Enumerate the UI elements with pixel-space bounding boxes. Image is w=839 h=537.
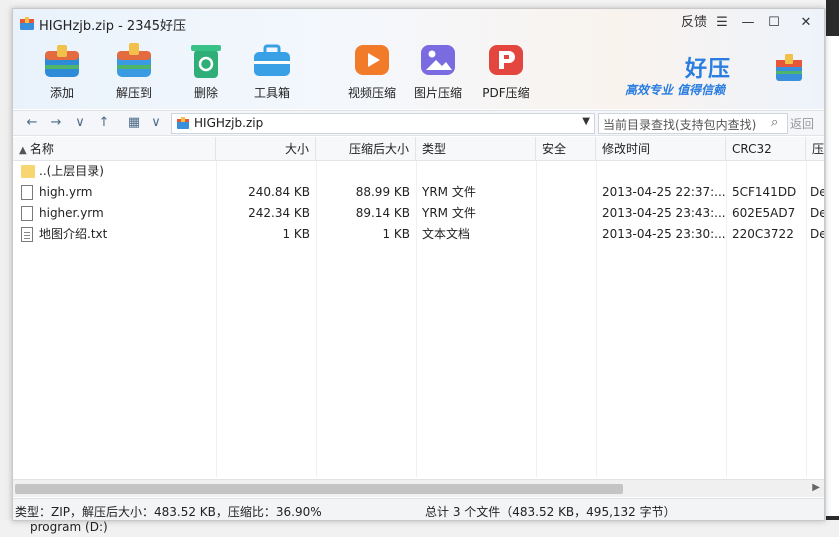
add-archive-icon (41, 39, 83, 81)
file-icon (21, 206, 33, 221)
delete-label: 删除 (193, 86, 218, 100)
extract-to-button[interactable]: 解压到 (101, 39, 167, 103)
row-crc32: 602E5AD7 (732, 206, 796, 220)
desktop-background-bottom (0, 520, 839, 537)
extract-to-label: 解压到 (115, 86, 152, 100)
history-dropdown-icon[interactable]: ∨ (71, 114, 89, 132)
scroll-right-icon[interactable]: ▶ (812, 482, 820, 493)
pdf-compress-label: PDF压缩 (482, 86, 530, 100)
column-crc32[interactable]: CRC32 (726, 137, 806, 161)
row-crc32: 220C3722 (732, 227, 794, 241)
toolbox-icon (251, 39, 293, 81)
row-method: De (810, 227, 824, 241)
row-crc32: 5CF141DD (732, 185, 797, 199)
close-icon[interactable]: ✕ (795, 13, 817, 33)
toolbox-button[interactable]: 工具箱 (239, 39, 305, 103)
path-field[interactable]: HIGHzjb.zip ▼ (171, 113, 595, 134)
address-bar: ← → ∨ ↑ ▦ ∨ HIGHzjb.zip ▼ 当前目录查找(支持包内查找)… (13, 110, 824, 136)
column-modified[interactable]: 修改时间 (596, 137, 726, 161)
zip-archive-icon (177, 117, 189, 129)
desktop-drive-label[interactable]: program (D:) (30, 520, 108, 534)
add-button[interactable]: 添加 (29, 39, 95, 103)
minimize-icon[interactable]: — (737, 13, 759, 33)
row-type: YRM 文件 (422, 185, 476, 199)
file-total: 总计 3 个文件（483.52 KB，495,132 字节） (425, 505, 676, 519)
window-title: HIGHzjb.zip - 2345好压 (39, 19, 187, 34)
column-type[interactable]: 类型 (416, 137, 536, 161)
desktop-background-left (0, 0, 12, 537)
horizontal-scrollbar[interactable]: ▶ (13, 479, 824, 497)
column-name[interactable]: ▲ 名称 (13, 137, 216, 161)
column-method[interactable]: 压 (806, 137, 824, 161)
table-row[interactable]: 地图介绍.txt 1 KB 1 KB 文本文档 2013-04-25 23:30… (13, 224, 824, 245)
add-label: 添加 (49, 86, 74, 100)
row-size: 1 KB (282, 227, 310, 241)
row-size: 240.84 KB (248, 185, 310, 199)
row-modified: 2013-04-25 23:30:... (602, 227, 726, 241)
row-name: higher.yrm (39, 206, 104, 220)
sort-ascending-icon: ▲ (19, 145, 30, 156)
forward-arrow-icon[interactable]: → (47, 114, 65, 132)
pdf-compress-icon (485, 39, 527, 81)
row-size: 242.34 KB (248, 206, 310, 220)
archive-window: HIGHzjb.zip - 2345好压 反馈 ☰ — ☐ ✕ 添加 解压到 删… (12, 8, 825, 521)
text-file-icon (21, 227, 33, 242)
brand-name: 好压 (685, 57, 732, 82)
row-packed-size: 1 KB (382, 227, 410, 241)
view-mode-icon[interactable]: ▦ (125, 114, 143, 132)
header-toolbar: HIGHzjb.zip - 2345好压 反馈 ☰ — ☐ ✕ 添加 解压到 删… (13, 9, 824, 109)
return-button[interactable]: 返回 (790, 115, 814, 132)
video-compress-button[interactable]: 视频压缩 (339, 39, 405, 103)
table-row[interactable]: higher.yrm 242.34 KB 89.14 KB YRM 文件 201… (13, 203, 824, 224)
up-folder-icon[interactable]: ↑ (95, 114, 113, 132)
toolbox-label: 工具箱 (253, 86, 290, 100)
row-modified: 2013-04-25 23:43:... (602, 206, 726, 220)
row-name: high.yrm (39, 185, 93, 199)
archive-info: 类型：ZIP，解压后大小：483.52 KB，压缩比：36.90% (15, 505, 322, 519)
extract-to-icon (113, 39, 155, 81)
search-input[interactable]: 当前目录查找(支持包内查找) ⌕ (598, 113, 788, 134)
image-compress-icon (417, 39, 459, 81)
table-row[interactable]: high.yrm 240.84 KB 88.99 KB YRM 文件 2013-… (13, 182, 824, 203)
column-name-label: 名称 (29, 142, 54, 156)
column-packed-size[interactable]: 压缩后大小 (316, 137, 416, 161)
status-bar: 类型：ZIP，解压后大小：483.52 KB，压缩比：36.90% 总计 3 个… (13, 498, 824, 520)
column-security[interactable]: 安全 (536, 137, 596, 161)
brand-banner: 好压 高效专业 值得信赖 (625, 49, 815, 105)
app-logo-icon (20, 17, 34, 30)
row-packed-size: 89.14 KB (355, 206, 410, 220)
maximize-icon[interactable]: ☐ (763, 13, 785, 33)
back-arrow-icon[interactable]: ← (23, 114, 41, 132)
row-method: De (810, 185, 824, 199)
row-packed-size: 88.99 KB (355, 185, 410, 199)
search-placeholder: 当前目录查找(支持包内查找) (603, 118, 757, 132)
row-method: De (810, 206, 824, 220)
pdf-compress-button[interactable]: PDF压缩 (473, 39, 539, 103)
image-compress-label: 图片压缩 (413, 86, 462, 100)
row-type: 文本文档 (422, 227, 471, 241)
delete-button[interactable]: 删除 (173, 39, 239, 103)
row-name: 地图介绍.txt (39, 227, 108, 241)
view-dropdown-icon[interactable]: ∨ (147, 114, 165, 132)
column-size[interactable]: 大小 (216, 137, 316, 161)
table-row-parent-folder[interactable]: ..(上层目录) (13, 161, 824, 182)
row-type: YRM 文件 (422, 206, 476, 220)
file-list-header: ▲ 名称 大小 压缩后大小 类型 安全 修改时间 CRC32 压 (13, 137, 824, 161)
menu-icon[interactable]: ☰ (712, 13, 732, 33)
video-compress-label: 视频压缩 (347, 86, 396, 100)
video-compress-icon (351, 39, 393, 81)
scrollbar-thumb[interactable] (15, 484, 623, 494)
recycle-delete-icon (185, 39, 227, 81)
image-compress-button[interactable]: 图片压缩 (405, 39, 471, 103)
path-text: HIGHzjb.zip (194, 116, 264, 130)
brand-slogan: 高效专业 值得信赖 (625, 83, 726, 97)
file-icon (21, 185, 33, 200)
desktop-background-right-panel (826, 36, 839, 516)
row-modified: 2013-04-25 22:37:... (602, 185, 726, 199)
feedback-button[interactable]: 反馈 (679, 13, 709, 33)
row-name: ..(上层目录) (39, 164, 104, 178)
brand-logo-icon (776, 54, 802, 81)
search-icon[interactable]: ⌕ (771, 115, 778, 130)
path-dropdown-icon[interactable]: ▼ (582, 116, 590, 127)
